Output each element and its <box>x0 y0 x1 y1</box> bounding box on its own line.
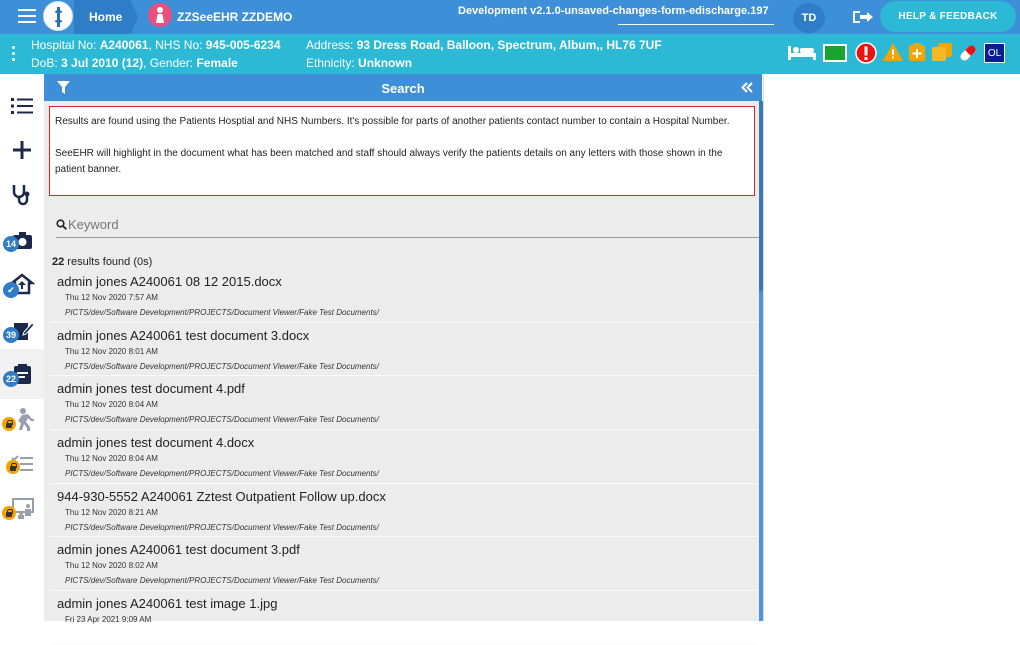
lock-icon <box>6 460 20 474</box>
collapse-panel-icon[interactable] <box>741 82 753 93</box>
result-row[interactable]: admin jones A240061 test document 3.docx… <box>50 323 758 377</box>
search-panel-title: Search <box>381 81 425 96</box>
result-path: PICTS/dev/Software Development/PROJECTS/… <box>65 469 379 479</box>
home-label[interactable]: Home <box>89 10 122 24</box>
bed-icon[interactable] <box>787 44 817 62</box>
results-count-number: 22 <box>52 256 65 268</box>
hamburger-menu-icon[interactable] <box>18 9 36 23</box>
environment-underline <box>618 24 774 25</box>
result-date: Thu 12 Nov 2020 7:57 AM <box>65 293 158 302</box>
app-logo-icon <box>43 1 73 31</box>
result-row[interactable]: admin jones A240061 test document 3.pdf T… <box>50 537 758 592</box>
search-panel: Search Results are found using the Patie… <box>44 74 762 645</box>
keyword-input[interactable] <box>68 217 668 232</box>
search-panel-header: Search <box>44 74 762 101</box>
keyword-search-field[interactable] <box>56 214 760 238</box>
result-path: PICTS/dev/Software Development/PROJECTS/… <box>65 576 379 586</box>
environment-label: Development v2.1.0-unsaved-changes-form-… <box>458 5 769 17</box>
result-title[interactable]: admin jones A240061 08 12 2015.docx <box>57 274 282 289</box>
address-value: 93 Dress Road, Balloon, Spectrum, Album,… <box>356 38 662 52</box>
lock-icon <box>2 417 16 431</box>
result-date: Thu 12 Nov 2020 8:01 AM <box>65 346 158 356</box>
result-date: Thu 12 Nov 2020 8:21 AM <box>65 507 158 517</box>
result-path: PICTS/dev/Software Development/PROJECTS/… <box>65 361 379 371</box>
results-count-text: 22 results found (0s) <box>52 256 152 268</box>
user-avatar[interactable]: TD <box>793 3 825 33</box>
info-text-2: SeeEHR will highlight in the document wh… <box>55 148 723 175</box>
search-info-notice: Results are found using the Patients Hos… <box>49 106 755 196</box>
result-path: PICTS/dev/Software Development/PROJECTS/… <box>65 522 379 532</box>
result-title[interactable]: admin jones A240061 test document 3.docx <box>57 328 309 343</box>
result-title[interactable]: admin jones test document 4.pdf <box>57 381 245 396</box>
list-icon[interactable] <box>9 94 35 118</box>
home-check-badge: ✔ <box>3 282 19 298</box>
result-title[interactable]: admin jones A240061 test document 3.pdf <box>57 542 300 557</box>
result-date: Thu 12 Nov 2020 8:04 AM <box>65 454 158 464</box>
ethnicity-value: Unknown <box>358 56 413 70</box>
dob-gender-line: DoB: 3 Jul 2010 (12), Gender: Female <box>31 56 238 70</box>
copy-documents-icon[interactable] <box>931 42 953 62</box>
address-label: Address: <box>306 38 354 52</box>
result-date: Fri 23 Apr 2021 9:09 AM <box>65 615 152 625</box>
add-icon[interactable] <box>9 138 35 162</box>
result-date: Thu 12 Nov 2020 8:04 AM <box>65 400 158 410</box>
lock-icon <box>2 506 16 520</box>
results-count-suffix: results found (0s) <box>64 256 153 268</box>
result-path: PICTS/dev/Software Development/PROJECTS/… <box>65 415 379 425</box>
nhs-no-label: NHS No: <box>155 38 203 52</box>
dob-value: 3 Jul 2010 (12) <box>61 56 144 70</box>
green-status-icon[interactable] <box>823 44 847 62</box>
patient-name-breadcrumb[interactable]: ZZSeeEHR ZZDEMO <box>177 10 292 24</box>
edit-document-count-badge: 39 <box>3 327 19 343</box>
document-viewer-pane <box>763 74 1020 621</box>
more-vertical-icon[interactable] <box>12 46 15 64</box>
result-title[interactable]: 944-930-5552 A240061 Zztest Outpatient F… <box>57 489 386 504</box>
alert-icon[interactable] <box>855 42 877 64</box>
result-row[interactable]: admin jones A240061 08 12 2015.docx Thu 1… <box>50 269 758 323</box>
female-patient-icon <box>148 3 172 27</box>
clipboard-plus-icon[interactable] <box>908 42 926 62</box>
ethnicity-line: Ethnicity: Unknown <box>306 56 412 70</box>
info-text-1: Results are found using the Patients Hos… <box>55 116 730 127</box>
top-app-bar: Home ZZSeeEHR ZZDEMO Development v2.1.0-… <box>0 0 1020 34</box>
search-icon <box>56 219 67 230</box>
patient-banner: Hospital No: A240061, NHS No: 945-005-62… <box>0 34 1020 74</box>
left-sidebar: 14 ✔ 39 22 <box>0 74 44 621</box>
ol-badge[interactable]: OL <box>984 43 1005 63</box>
camera-count-badge: 14 <box>3 236 19 252</box>
dob-label: DoB: <box>31 56 58 70</box>
ethnicity-label: Ethnicity: <box>306 56 355 70</box>
medication-pill-icon[interactable] <box>957 42 979 64</box>
nhs-no-value: 945-005-6234 <box>205 38 281 52</box>
hospital-nhs-line: Hospital No: A240061, NHS No: 945-005-62… <box>31 38 281 52</box>
result-row[interactable]: 944-930-5552 A240061 Zztest Outpatient F… <box>50 484 758 538</box>
gender-label: Gender: <box>149 56 194 70</box>
help-feedback-button[interactable]: HELP & FEEDBACK <box>880 1 1016 32</box>
result-row[interactable]: admin jones test document 4.docx Thu 12 N… <box>50 430 758 484</box>
gender-value: Female <box>196 56 238 70</box>
result-row[interactable]: admin jones A240061 test image 1.jpg Fri … <box>50 591 758 645</box>
result-title[interactable]: admin jones test document 4.docx <box>57 435 254 450</box>
result-date: Thu 12 Nov 2020 8:02 AM <box>65 561 158 571</box>
stethoscope-icon[interactable] <box>9 182 35 206</box>
documents-count-badge: 22 <box>3 371 19 387</box>
result-title[interactable]: admin jones A240061 test image 1.jpg <box>57 596 277 611</box>
warning-icon[interactable] <box>882 42 904 62</box>
result-path: PICTS/dev/Software Development/PROJECTS/… <box>65 308 379 317</box>
address-line: Address: 93 Dress Road, Balloon, Spectru… <box>306 38 662 52</box>
logout-icon[interactable] <box>852 9 874 25</box>
result-row[interactable]: admin jones test document 4.pdf Thu 12 No… <box>50 376 758 431</box>
results-list: admin jones A240061 08 12 2015.docx Thu 1… <box>50 269 758 645</box>
hospital-no-label: Hospital No: <box>31 38 97 52</box>
hospital-no-value: A240061 <box>99 38 149 52</box>
